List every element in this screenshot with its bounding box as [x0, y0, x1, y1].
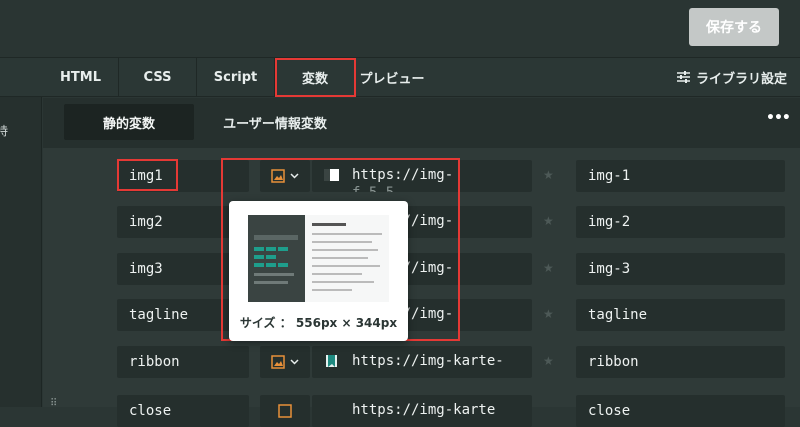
save-button[interactable]: 保存する [689, 8, 779, 46]
variable-value-field[interactable]: ribbon [576, 346, 785, 378]
star-icon[interactable]: ★ [543, 168, 554, 182]
tab-script[interactable]: Script [197, 57, 275, 97]
variable-value-field[interactable]: img-3 [576, 253, 785, 285]
highlight-name-img1 [117, 159, 178, 191]
top-bar [0, 0, 800, 57]
star-icon[interactable]: ★ [543, 214, 554, 228]
star-icon[interactable]: ★ [543, 354, 554, 368]
drag-handle-icon[interactable]: ⠿ [50, 398, 57, 409]
subtab-static-variables[interactable]: 静的変数 [64, 104, 194, 140]
sidebar-label-hold[interactable]: 持 [0, 122, 8, 139]
type-select-button[interactable] [260, 395, 310, 427]
chevron-down-icon [290, 359, 299, 365]
variable-name-field[interactable]: close [117, 395, 249, 427]
image-icon [271, 355, 285, 369]
tab-variables-highlight [275, 58, 356, 97]
variable-value-field[interactable]: close [576, 395, 785, 427]
variable-name-field[interactable]: ribbon [117, 346, 249, 378]
thumbnail-icon [326, 355, 337, 367]
tab-css[interactable]: CSS [119, 57, 197, 97]
url-text: https://img-karte- [352, 353, 504, 369]
left-sidebar [0, 57, 42, 407]
type-select-button[interactable] [260, 346, 310, 378]
image-preview-popup: サイズ ： 556px × 344px [229, 201, 408, 341]
star-icon[interactable]: ★ [543, 307, 554, 321]
variable-value-field[interactable]: img-1 [576, 160, 785, 192]
subtab-user-variables[interactable]: ユーザー情報変数 [210, 104, 340, 140]
variable-value-field[interactable]: img-2 [576, 206, 785, 238]
tab-html[interactable]: HTML [43, 57, 119, 97]
tab-preview[interactable]: プレビュー [356, 57, 428, 97]
variable-value-field[interactable]: tagline [576, 299, 785, 331]
url-field[interactable]: https://img-karte- [312, 346, 532, 378]
url-text: https://img-karte [352, 402, 496, 418]
sliders-icon [677, 71, 690, 83]
preview-size-label: サイズ ： 556px × 344px [239, 316, 398, 330]
preview-thumbnail-image [248, 215, 389, 302]
library-settings-button[interactable]: ライブラリ設定 [677, 57, 787, 97]
more-menu-icon[interactable]: ••• [766, 110, 791, 126]
star-icon[interactable]: ★ [543, 261, 554, 275]
url-field[interactable]: https://img-karte [312, 395, 532, 427]
library-settings-label: ライブラリ設定 [696, 71, 788, 87]
image-icon [278, 404, 292, 418]
